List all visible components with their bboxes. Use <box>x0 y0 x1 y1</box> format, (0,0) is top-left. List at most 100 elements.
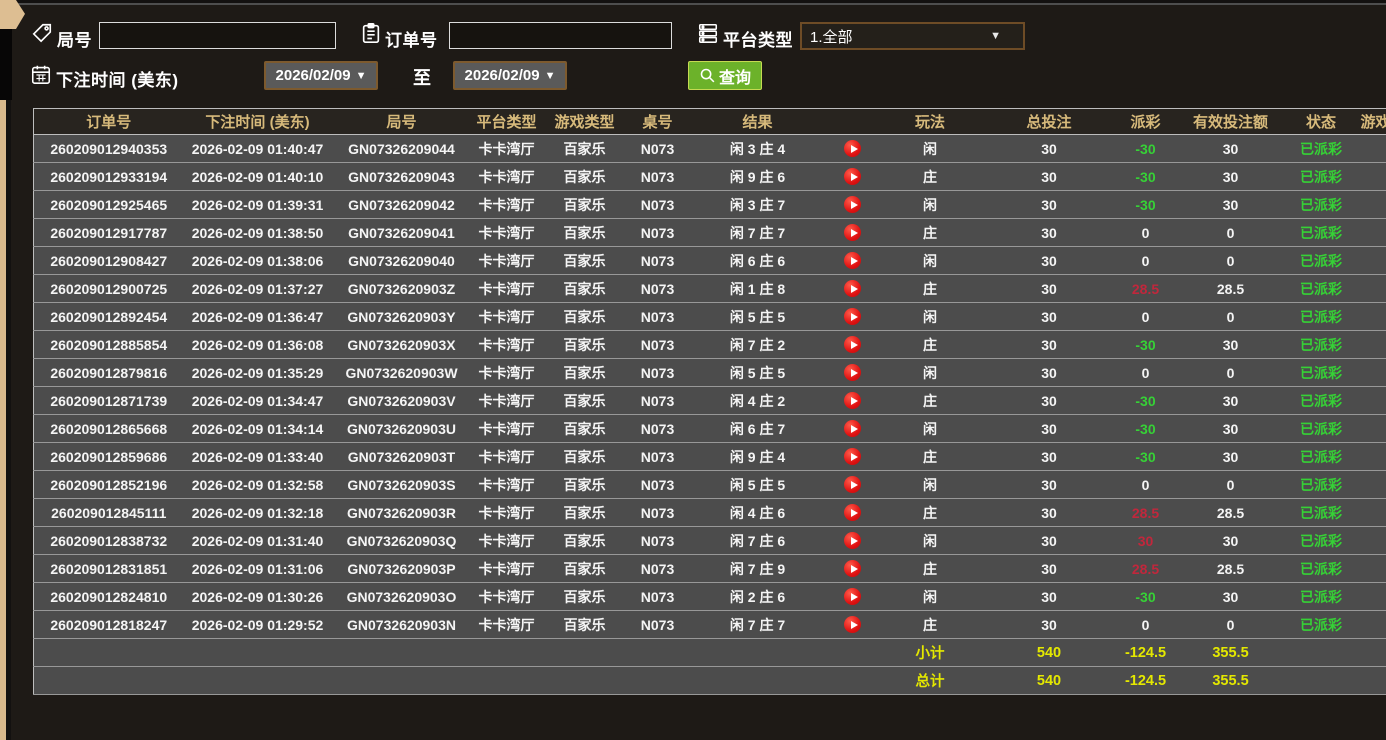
table-row: 260209012871739 2026-02-09 01:34:47 GN0732… <box>33 386 1386 415</box>
query-button[interactable]: 查询 <box>688 61 762 90</box>
cell-result: 闲 5 庄 5 <box>687 470 828 499</box>
cell-status: 已派彩 <box>1285 414 1357 443</box>
play-replay-button[interactable] <box>844 196 861 214</box>
cell-play <box>827 302 878 331</box>
play-replay-button[interactable] <box>844 616 861 634</box>
cell-play <box>827 134 878 163</box>
cell-platform: 卡卡湾厅 <box>471 246 542 275</box>
cell-total-bet: 30 <box>982 610 1116 639</box>
play-replay-button[interactable] <box>844 392 861 410</box>
order-no-input[interactable] <box>449 22 672 49</box>
table-row: 260209012852196 2026-02-09 01:32:58 GN0732… <box>33 470 1386 499</box>
cell-bet-type: 闲 <box>877 470 983 499</box>
play-replay-button[interactable] <box>844 140 861 158</box>
cell-game-no: GN07326209043 <box>331 162 472 191</box>
header-game-type: 游戏类型 <box>541 108 628 135</box>
cell-bet-type: 闲 <box>877 582 983 611</box>
cell-valid-bet: 30 <box>1175 162 1286 191</box>
cell-order-no: 260209012824810 <box>33 582 184 611</box>
play-replay-button[interactable] <box>844 588 861 606</box>
table-row: 260209012824810 2026-02-09 01:30:26 GN0732… <box>33 582 1386 611</box>
cell-result: 闲 2 庄 6 <box>687 582 828 611</box>
table-row: 260209012879816 2026-02-09 01:35:29 GN0732… <box>33 358 1386 387</box>
cell-table-no: N073 <box>627 358 688 387</box>
bet-records-table: 订单号 下注时间 (美东) 局号 平台类型 游戏类型 桌号 结果 玩法 总投注 … <box>33 108 1386 695</box>
cell-bet-type: 庄 <box>877 274 983 303</box>
cell-game <box>1356 526 1386 555</box>
cell-order-no: 260209012900725 <box>33 274 184 303</box>
play-replay-button[interactable] <box>844 560 861 578</box>
cell-game <box>1356 498 1386 527</box>
play-replay-button[interactable] <box>844 504 861 522</box>
cell-game-type: 百家乐 <box>541 498 628 527</box>
date-from-button[interactable]: 2026/02/09 ▼ <box>264 61 378 90</box>
summary-cell: 355.5 <box>1175 666 1286 695</box>
cell-order-no: 260209012917787 <box>33 218 184 247</box>
summary-cell <box>627 666 688 695</box>
cell-payout: -30 <box>1115 582 1176 611</box>
play-replay-button[interactable] <box>844 168 861 186</box>
cell-platform: 卡卡湾厅 <box>471 218 542 247</box>
header-order-no: 订单号 <box>33 108 184 135</box>
cell-total-bet: 30 <box>982 554 1116 583</box>
header-game-no: 局号 <box>331 108 472 135</box>
play-replay-button[interactable] <box>844 476 861 494</box>
cell-bet-type: 庄 <box>877 554 983 583</box>
cell-game-type: 百家乐 <box>541 470 628 499</box>
cell-status: 已派彩 <box>1285 134 1357 163</box>
play-replay-button[interactable] <box>844 224 861 242</box>
summary-cell <box>541 638 628 667</box>
cell-valid-bet: 30 <box>1175 386 1286 415</box>
cell-status: 已派彩 <box>1285 330 1357 359</box>
table-header-row: 订单号 下注时间 (美东) 局号 平台类型 游戏类型 桌号 结果 玩法 总投注 … <box>33 108 1386 135</box>
cell-bet-type: 闲 <box>877 358 983 387</box>
play-replay-button[interactable] <box>844 420 861 438</box>
play-replay-button[interactable] <box>844 308 861 326</box>
cell-bet-time: 2026-02-09 01:38:06 <box>183 246 332 275</box>
play-replay-button[interactable] <box>844 448 861 466</box>
cell-status: 已派彩 <box>1285 582 1357 611</box>
cell-result: 闲 7 庄 2 <box>687 330 828 359</box>
play-replay-button[interactable] <box>844 336 861 354</box>
cell-table-no: N073 <box>627 526 688 555</box>
header-bet-type: 玩法 <box>877 108 983 135</box>
cell-bet-type: 闲 <box>877 526 983 555</box>
table-row: 260209012831851 2026-02-09 01:31:06 GN0732… <box>33 554 1386 583</box>
cell-result: 闲 5 庄 5 <box>687 302 828 331</box>
cell-bet-type: 庄 <box>877 386 983 415</box>
cell-game <box>1356 330 1386 359</box>
play-replay-button[interactable] <box>844 532 861 550</box>
cell-order-no: 260209012831851 <box>33 554 184 583</box>
cell-total-bet: 30 <box>982 330 1116 359</box>
cell-game <box>1356 358 1386 387</box>
play-replay-button[interactable] <box>844 252 861 270</box>
platform-type-select[interactable]: 1.全部 ▼ <box>800 22 1025 50</box>
cell-table-no: N073 <box>627 470 688 499</box>
play-replay-button[interactable] <box>844 364 861 382</box>
header-table-no: 桌号 <box>627 108 688 135</box>
cell-play <box>827 274 878 303</box>
cell-bet-time: 2026-02-09 01:36:47 <box>183 302 332 331</box>
cell-game-no: GN07326209040 <box>331 246 472 275</box>
date-to-button[interactable]: 2026/02/09 ▼ <box>453 61 567 90</box>
summary-cell <box>183 638 332 667</box>
cell-game <box>1356 470 1386 499</box>
cell-total-bet: 30 <box>982 498 1116 527</box>
table-row: 260209012925465 2026-02-09 01:39:31 GN0732… <box>33 190 1386 219</box>
game-no-input[interactable] <box>99 22 336 49</box>
cell-status: 已派彩 <box>1285 498 1357 527</box>
cell-order-no: 260209012865668 <box>33 414 184 443</box>
play-replay-button[interactable] <box>844 280 861 298</box>
cell-payout: 0 <box>1115 610 1176 639</box>
cell-status: 已派彩 <box>1285 218 1357 247</box>
platform-type-label: 平台类型 <box>723 31 793 50</box>
cell-status: 已派彩 <box>1285 470 1357 499</box>
cell-game-no: GN0732620903P <box>331 554 472 583</box>
cell-table-no: N073 <box>627 610 688 639</box>
cell-status: 已派彩 <box>1285 358 1357 387</box>
summary-cell <box>541 666 628 695</box>
cell-game-no: GN0732620903Y <box>331 302 472 331</box>
summary-cell <box>827 666 878 695</box>
summary-cell <box>331 638 472 667</box>
cell-order-no: 260209012879816 <box>33 358 184 387</box>
